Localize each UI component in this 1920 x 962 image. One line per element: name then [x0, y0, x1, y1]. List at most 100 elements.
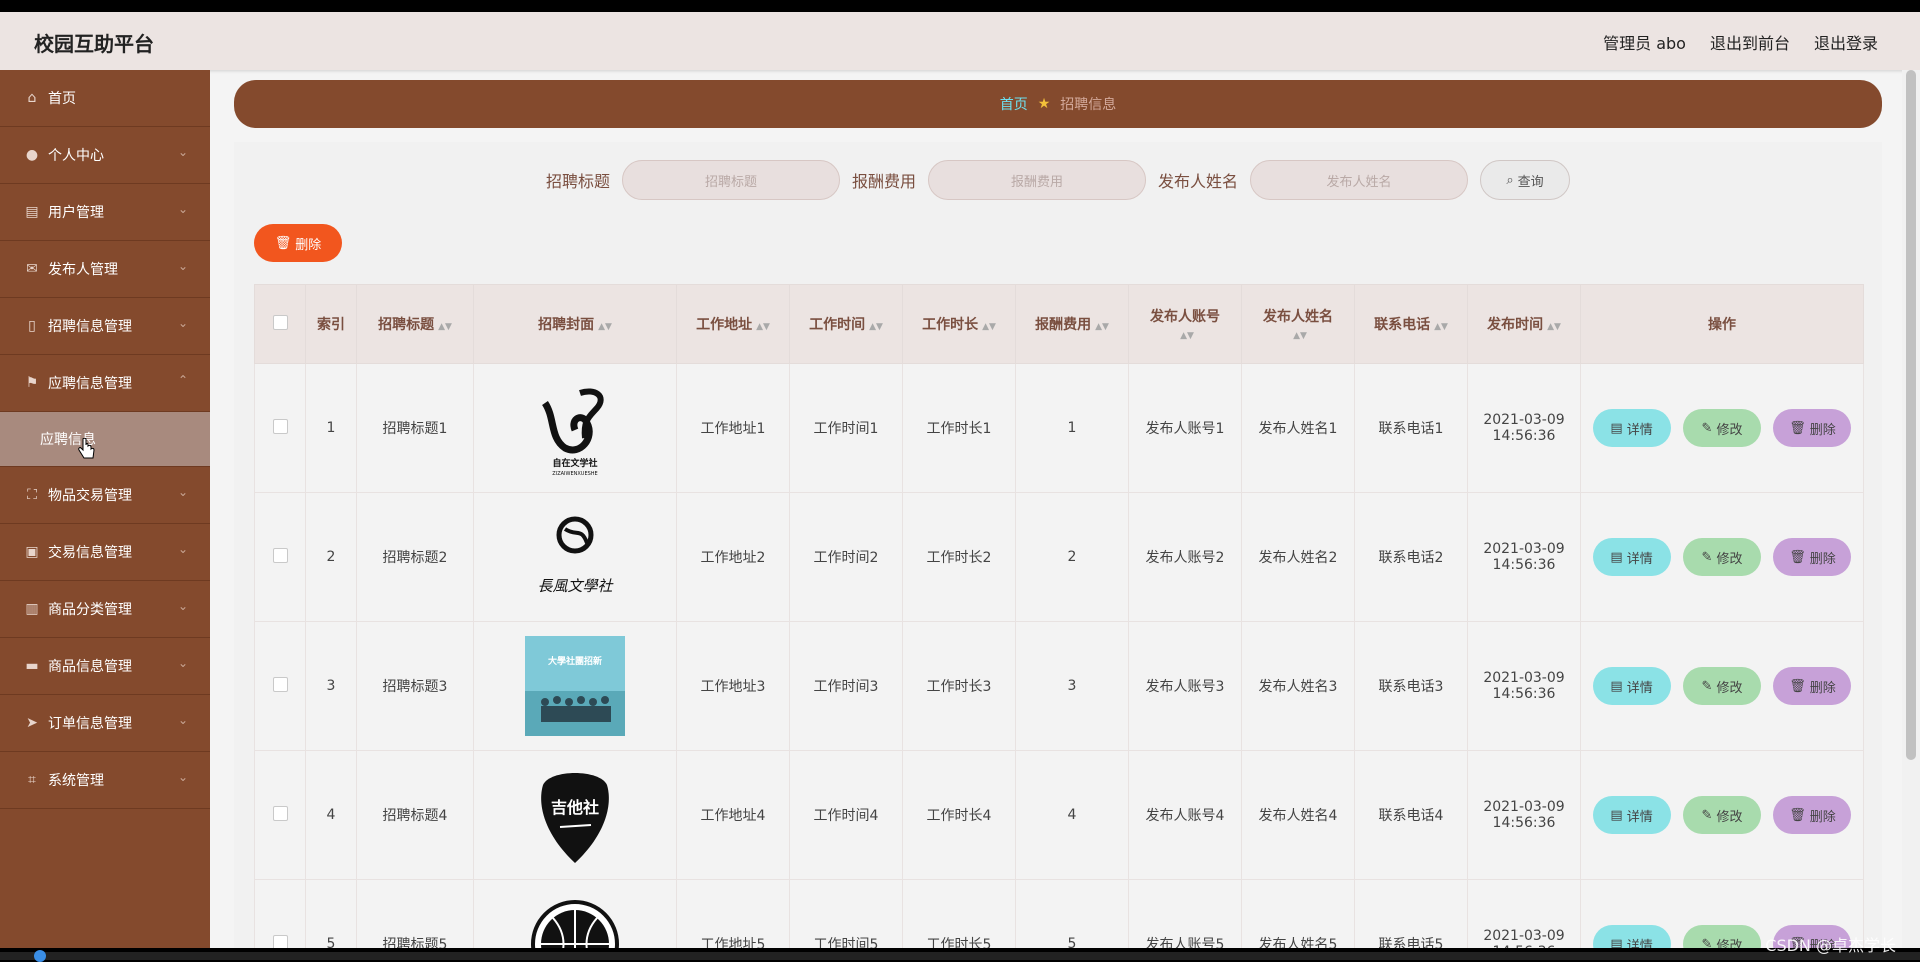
logout-link[interactable]: 退出登录 — [1814, 30, 1878, 54]
cell-fee: 1 — [1015, 363, 1129, 493]
cell-duration: 工作时长2 — [902, 492, 1016, 622]
row-select-cell — [254, 363, 306, 493]
col-time-label: 工作时间 — [809, 317, 866, 333]
delete-button[interactable]: 🗑 删除 — [1773, 667, 1852, 705]
sidebar-item-orders[interactable]: ➤ 订单信息管理 ⌄ — [0, 695, 210, 752]
detail-button[interactable]: ▤ 详情 — [1592, 409, 1671, 447]
col-duration[interactable]: 工作时长 ▲▼ — [902, 284, 1016, 364]
col-time[interactable]: 工作时间 ▲▼ — [789, 284, 903, 364]
sidebar-item-category[interactable]: ▥ 商品分类管理 ⌄ — [0, 581, 210, 638]
edit-button[interactable]: ✎ 修改 — [1683, 925, 1761, 948]
sidebar-item-recruit[interactable]: ▯ 招聘信息管理 ⌄ — [0, 298, 210, 355]
cover-image[interactable]: 吉他社 — [525, 765, 625, 865]
cover-image[interactable]: 長風文學社 — [525, 507, 625, 607]
row-checkbox[interactable] — [272, 418, 288, 434]
sort-icon[interactable]: ▲▼ — [1434, 322, 1448, 332]
detail-button[interactable]: ▤ 详情 — [1592, 667, 1671, 705]
edit-button[interactable]: ✎ 修改 — [1683, 409, 1761, 447]
video-progress-bar[interactable] — [0, 950, 1920, 962]
to-front-link[interactable]: 退出到前台 — [1710, 30, 1790, 54]
query-button[interactable]: ⌕ 查询 — [1480, 160, 1571, 200]
cover-image[interactable]: 篮球社 — [525, 894, 625, 948]
mic-icon: ▯ — [28, 318, 36, 334]
sidebar-item-personal[interactable]: ● 个人中心 ⌄ — [0, 127, 210, 184]
chevron-down-icon: ⌄ — [177, 202, 188, 216]
search-bar: 招聘标题 招聘标题 报酬费用 报酬费用 发布人姓名 发布人姓名 ⌕ 查询 — [234, 160, 1882, 200]
star-icon: ★ — [1037, 96, 1051, 112]
table-row: 2 招聘标题2 長風文學社 工作地址2 工作时间2 工作时长2 2 发布人账号2… — [254, 492, 1864, 622]
delete-button[interactable]: 🗑 删除 — [1773, 538, 1852, 576]
delete-button[interactable]: 🗑 删除 — [1773, 409, 1852, 447]
sidebar-item-apply[interactable]: ⚑ 应聘信息管理 ⌃ — [0, 355, 210, 412]
bulk-delete-button[interactable]: 🗑 删除 — [254, 224, 342, 262]
sort-icon[interactable]: ▲▼ — [1095, 322, 1109, 332]
col-name-label: 发布人姓名 — [1263, 309, 1333, 325]
col-fee[interactable]: 报酬费用 ▲▼ — [1015, 284, 1129, 364]
row-checkbox[interactable] — [272, 934, 288, 948]
sidebar-item-goods-info[interactable]: ▬ 商品信息管理 ⌄ — [0, 638, 210, 695]
edit-label: 修改 — [1716, 422, 1743, 438]
search-title-input[interactable]: 招聘标题 — [621, 160, 840, 200]
col-name[interactable]: 发布人姓名 ▲▼ — [1241, 284, 1355, 364]
table-row: 3 招聘标题3 大學社團招新 工作地址3 工作时间3 工作时长3 3 发布人账号… — [254, 621, 1864, 751]
sidebar-item-home[interactable]: ⌂ 首页 — [0, 70, 210, 127]
detail-button[interactable]: ▤ 详情 — [1592, 796, 1671, 834]
breadcrumb-current: 招聘信息 — [1060, 97, 1117, 113]
sort-icon[interactable]: ▲▼ — [982, 322, 996, 332]
cell-date: 2021-03-0914:56:36 — [1467, 750, 1581, 880]
row-checkbox[interactable] — [272, 805, 288, 821]
cover-image[interactable]: 自在文学社 ZIZAIWENXUESHE — [525, 378, 625, 478]
select-all-checkbox[interactable] — [272, 314, 288, 330]
sort-icon[interactable]: ▲▼ — [869, 322, 883, 332]
detail-label: 详情 — [1626, 422, 1653, 438]
date-text: 2021-03-09 — [1483, 799, 1565, 815]
col-title[interactable]: 招聘标题 ▲▼ — [356, 284, 474, 364]
delete-button[interactable]: 🗑 删除 — [1773, 796, 1852, 834]
cell-cover: 吉他社 — [473, 750, 677, 880]
vertical-scrollbar[interactable] — [1902, 70, 1920, 948]
cell-index: 1 — [305, 363, 357, 493]
search-fee-input[interactable]: 报酬费用 — [928, 160, 1146, 200]
sort-icon[interactable]: ▲▼ — [438, 322, 452, 332]
sort-icon[interactable]: ▲▼ — [1293, 331, 1307, 341]
sidebar-item-trade-info[interactable]: ▣ 交易信息管理 ⌄ — [0, 524, 210, 581]
cell-cover: 自在文学社 ZIZAIWENXUESHE — [473, 363, 677, 493]
sort-icon[interactable]: ▲▼ — [598, 322, 612, 332]
cell-phone: 联系电话1 — [1354, 363, 1468, 493]
chevron-down-icon: ⌄ — [177, 316, 188, 330]
row-checkbox[interactable] — [272, 676, 288, 692]
sidebar-item-system[interactable]: ⌗ 系统管理 ⌄ — [0, 752, 210, 809]
edit-button[interactable]: ✎ 修改 — [1683, 538, 1761, 576]
row-checkbox[interactable] — [272, 547, 288, 563]
cell-account: 发布人账号5 — [1128, 879, 1242, 948]
edit-button[interactable]: ✎ 修改 — [1683, 796, 1761, 834]
col-cover[interactable]: 招聘封面 ▲▼ — [473, 284, 677, 364]
date-text: 2021-03-09 — [1483, 928, 1565, 944]
sidebar-item-label: 交易信息管理 — [48, 545, 132, 561]
edit-button[interactable]: ✎ 修改 — [1683, 667, 1761, 705]
sort-icon[interactable]: ▲▼ — [756, 322, 770, 332]
mail-icon: ✉ — [26, 261, 38, 277]
detail-button[interactable]: ▤ 详情 — [1592, 538, 1671, 576]
col-date[interactable]: 发布时间 ▲▼ — [1467, 284, 1581, 364]
sidebar-item-goods-trade[interactable]: ⛶ 物品交易管理 ⌄ — [0, 467, 210, 524]
col-account-label: 发布人账号 — [1150, 309, 1220, 325]
admin-label[interactable]: 管理员 abo — [1603, 30, 1686, 54]
sidebar-subitem-apply-info[interactable]: 应聘信息 — [0, 412, 210, 467]
breadcrumb-home[interactable]: 首页 — [1000, 94, 1028, 114]
sort-icon[interactable]: ▲▼ — [1547, 322, 1561, 332]
sidebar-item-users[interactable]: ▤ 用户管理 ⌄ — [0, 184, 210, 241]
clock-text: 14:56:36 — [1493, 944, 1556, 948]
col-address[interactable]: 工作地址 ▲▼ — [676, 284, 790, 364]
scrollbar-thumb[interactable] — [1906, 70, 1916, 760]
chevron-down-icon: ⌄ — [177, 542, 188, 556]
progress-handle[interactable] — [34, 950, 46, 962]
briefcase-icon: ▣ — [25, 544, 39, 560]
detail-button[interactable]: ▤ 详情 — [1592, 925, 1671, 948]
col-phone[interactable]: 联系电话 ▲▼ — [1354, 284, 1468, 364]
sidebar-item-publishers[interactable]: ✉ 发布人管理 ⌄ — [0, 241, 210, 298]
cover-image[interactable]: 大學社團招新 — [525, 636, 625, 736]
sort-icon[interactable]: ▲▼ — [1180, 331, 1194, 341]
col-account[interactable]: 发布人账号 ▲▼ — [1128, 284, 1242, 364]
search-name-input[interactable]: 发布人姓名 — [1250, 160, 1469, 200]
